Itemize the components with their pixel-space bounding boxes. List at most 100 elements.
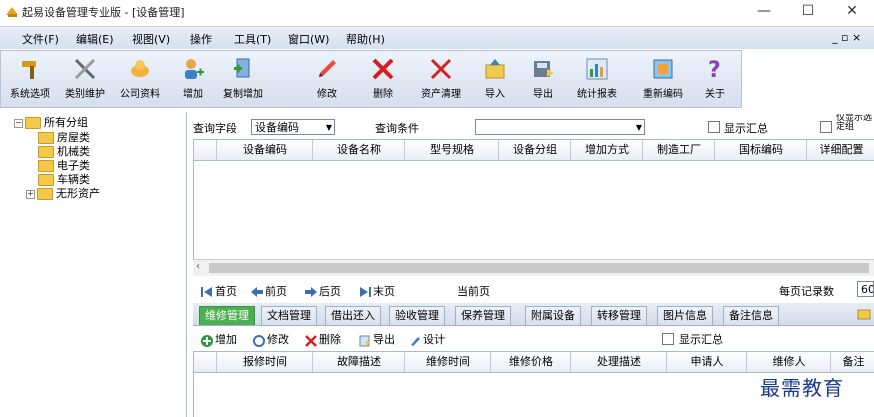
close-button[interactable]: ✕	[830, 0, 874, 24]
prev-page-button[interactable]: 前页	[251, 283, 287, 299]
col-repair-price[interactable]: 维修价格	[490, 352, 571, 372]
add-button[interactable]: 增加	[173, 51, 213, 105]
records-per-page-value: 60	[861, 283, 874, 296]
asset-clear-button[interactable]: 资产清理	[413, 51, 469, 105]
export-button[interactable]: 导出	[523, 51, 563, 105]
col-national-code[interactable]: 国标编码	[714, 140, 807, 160]
svg-text:?: ?	[708, 58, 721, 81]
row-indicator-header	[194, 352, 216, 372]
tree-label: 无形资产	[56, 187, 100, 200]
records-per-page-input[interactable]: 60	[857, 281, 874, 297]
detail-show-summary-checkbox[interactable]	[662, 333, 674, 345]
detail-toolbar: 增加 修改 删除 导出 设计 显示汇总	[193, 327, 874, 349]
delete-icon	[371, 57, 395, 81]
delete-icon	[305, 335, 317, 347]
col-model-spec[interactable]: 型号规格	[404, 140, 499, 160]
menu-view[interactable]: 视图(V)	[132, 31, 170, 47]
menu-operation[interactable]: 操作	[190, 31, 212, 47]
menu-window[interactable]: 窗口(W)	[288, 31, 329, 47]
next-page-button[interactable]: 后页	[305, 283, 341, 299]
tab-maintenance[interactable]: 维修管理	[199, 306, 255, 325]
tab-lending[interactable]: 借出还入	[325, 306, 381, 325]
tool-label: 增加	[183, 89, 203, 100]
detail-show-summary-label: 显示汇总	[679, 333, 723, 346]
row-indicator-header	[194, 140, 216, 160]
menu-edit[interactable]: 编辑(E)	[76, 31, 114, 47]
tab-pictures[interactable]: 图片信息	[657, 306, 713, 325]
equipment-grid[interactable]: 设备编码 设备名称 型号规格 设备分组 增加方式 制造工厂 国标编码 详细配置	[193, 139, 874, 259]
col-fault-description[interactable]: 故障描述	[312, 352, 405, 372]
tree-node-root[interactable]: − 所有分组	[14, 114, 88, 130]
folder-icon	[37, 188, 53, 200]
about-button[interactable]: ? 关于	[695, 51, 735, 105]
delete-button[interactable]: 删除	[363, 51, 403, 105]
detail-delete-button[interactable]: 删除	[305, 331, 341, 347]
category-maintenance-button[interactable]: 类别维护	[59, 51, 111, 105]
detail-add-label: 增加	[215, 333, 237, 346]
current-page-label: 当前页	[457, 285, 490, 298]
expand-icon[interactable]: +	[26, 189, 35, 199]
col-remarks[interactable]: 备注	[830, 352, 874, 372]
col-equipment-group[interactable]: 设备分组	[498, 140, 571, 160]
detail-add-button[interactable]: 增加	[201, 331, 237, 347]
col-add-method[interactable]: 增加方式	[570, 140, 643, 160]
prev-page-icon	[251, 287, 263, 297]
mdi-controls[interactable]: _ ▫ ×	[832, 31, 861, 44]
query-field-label: 查询字段	[193, 122, 237, 135]
menu-file[interactable]: 文件(F)	[22, 31, 59, 47]
col-repair-time[interactable]: 维修时间	[404, 352, 491, 372]
tab-documents[interactable]: 文档管理	[261, 306, 317, 325]
maximize-button[interactable]: ☐	[786, 0, 830, 24]
first-page-label: 首页	[215, 285, 237, 298]
company-info-button[interactable]: 公司资料	[113, 51, 167, 105]
scrollbar-thumb[interactable]	[209, 263, 869, 273]
collapse-icon[interactable]: −	[14, 118, 23, 128]
col-equipment-code[interactable]: 设备编码	[216, 140, 313, 160]
system-options-button[interactable]: 系统选项	[5, 51, 55, 105]
design-icon	[409, 335, 421, 346]
tab-upkeep[interactable]: 保养管理	[455, 306, 511, 325]
recode-button[interactable]: 重新编码	[635, 51, 691, 105]
copy-add-button[interactable]: 复制增加	[215, 51, 271, 105]
menu-tools[interactable]: 工具(T)	[234, 31, 271, 47]
detail-design-button[interactable]: 设计	[409, 331, 445, 347]
col-applicant[interactable]: 申请人	[666, 352, 747, 372]
detail-delete-label: 删除	[319, 333, 341, 346]
col-handling-description[interactable]: 处理描述	[570, 352, 667, 372]
show-summary-checkbox[interactable]	[708, 121, 720, 133]
edit-button[interactable]: 修改	[307, 51, 347, 105]
col-report-time[interactable]: 报修时间	[216, 352, 313, 372]
next-page-icon	[305, 287, 317, 297]
clear-icon	[429, 57, 453, 81]
tree-node-intangible[interactable]: + 无形资产	[26, 185, 100, 201]
col-manufacturer[interactable]: 制造工厂	[642, 140, 715, 160]
tab-scroll-icon[interactable]	[857, 307, 871, 321]
statistics-report-button[interactable]: 统计报表	[569, 51, 625, 105]
tab-acceptance[interactable]: 验收管理	[389, 306, 445, 325]
tab-remarks[interactable]: 备注信息	[723, 306, 779, 325]
col-detail-config[interactable]: 详细配置	[806, 140, 874, 160]
detail-edit-button[interactable]: 修改	[253, 331, 289, 347]
title-bar: 起易设备管理专业版 - [设备管理] — ☐ ✕	[0, 0, 874, 24]
window-title: 起易设备管理专业版 - [设备管理]	[22, 6, 185, 19]
col-repairer[interactable]: 维修人	[746, 352, 831, 372]
last-page-button[interactable]: 末页	[359, 283, 395, 299]
import-button[interactable]: 导入	[475, 51, 515, 105]
category-tree: − 所有分组 房屋类 机械类 电子类 车辆类 + 无形资产	[0, 112, 187, 417]
dropdown-arrow-icon: ▼	[325, 123, 332, 132]
query-condition-select[interactable]: ▼	[475, 119, 645, 135]
tab-attached-equipment[interactable]: 附属设备	[525, 306, 581, 325]
horizontal-scrollbar[interactable]: ‹	[193, 259, 874, 276]
show-selected-group-checkbox[interactable]	[820, 121, 832, 133]
first-page-button[interactable]: 首页	[201, 283, 237, 299]
detail-export-button[interactable]: 导出	[359, 331, 395, 347]
tool-label: 公司资料	[120, 89, 160, 100]
minimize-button[interactable]: —	[742, 0, 786, 24]
col-equipment-name[interactable]: 设备名称	[312, 140, 405, 160]
scroll-left-icon[interactable]: ‹	[196, 261, 200, 272]
menu-help[interactable]: 帮助(H)	[346, 31, 385, 47]
tab-transfer[interactable]: 转移管理	[591, 306, 647, 325]
copy-add-icon	[231, 57, 255, 81]
help-icon: ?	[703, 57, 727, 83]
query-field-select[interactable]: 设备编码 ▼	[251, 119, 335, 135]
